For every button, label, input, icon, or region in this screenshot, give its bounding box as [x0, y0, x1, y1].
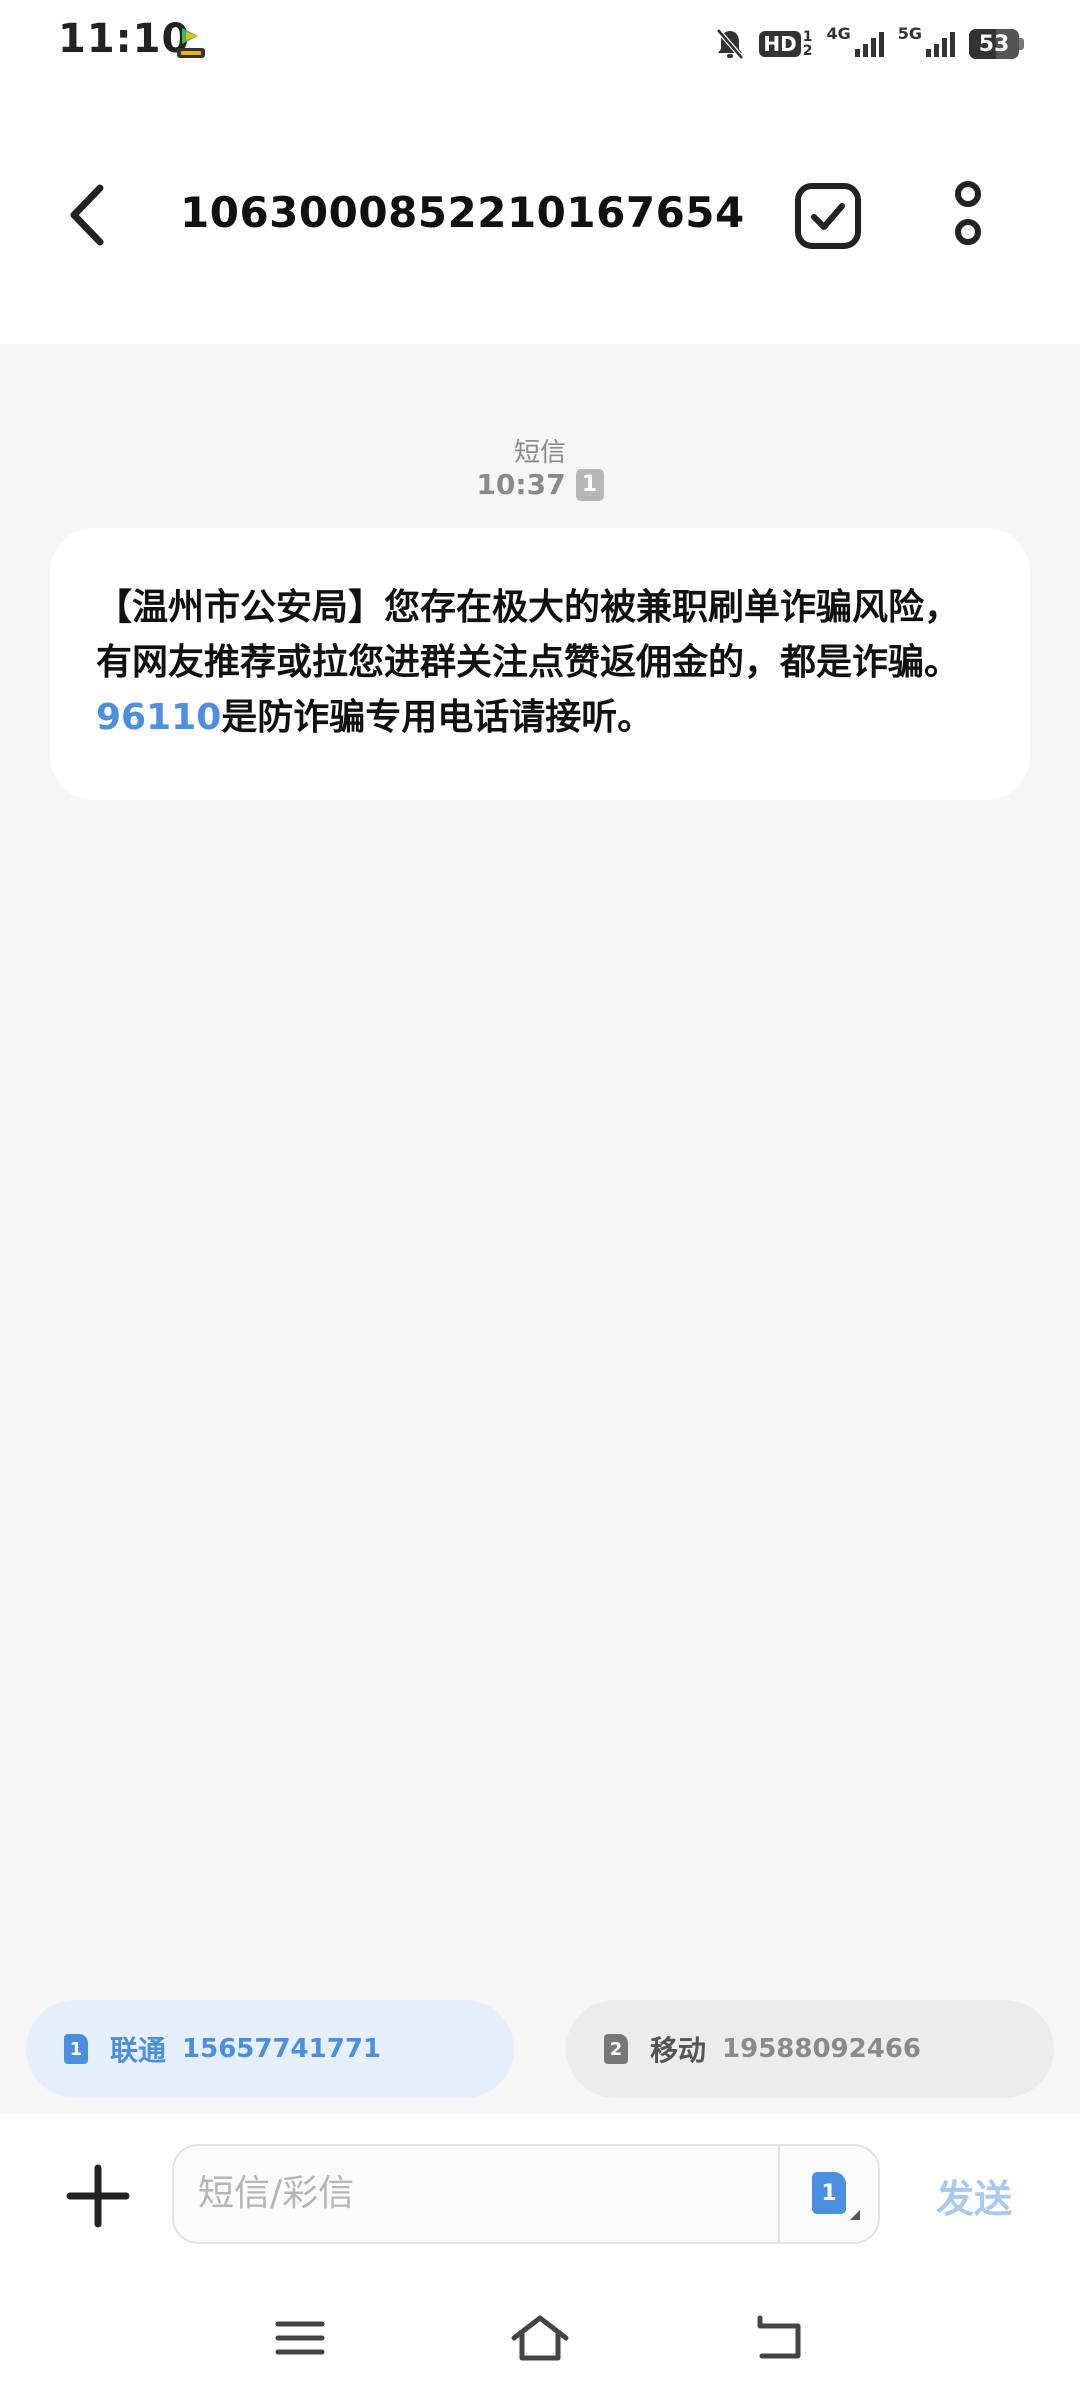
sim2-option[interactable]: 2 移动 19588092466 [566, 2000, 1054, 2098]
sim-card-icon: 1 [64, 2034, 88, 2064]
nav-home-button[interactable] [508, 2310, 572, 2366]
message-time-row: 10:37 1 [0, 468, 1080, 501]
add-attachment-button[interactable] [66, 2164, 130, 2228]
home-icon [511, 2315, 569, 2361]
sim1-number: 15657741771 [182, 2034, 382, 2064]
send-button[interactable]: 发送 [936, 2168, 1012, 2223]
sim-badge: 1 [575, 468, 604, 501]
message-input[interactable]: 短信/彩信 [172, 2144, 780, 2244]
sim1-carrier: 联通 [110, 2034, 167, 2067]
more-button[interactable] [944, 178, 992, 254]
signal-bars-icon [926, 31, 955, 57]
video-app-icon [177, 28, 205, 58]
message-text-before: 【温州市公安局】您存在极大的被兼职刷单诈骗风险，有网友推荐或拉您进群关注点赞返佣… [96, 587, 961, 683]
message-text: 【温州市公安局】您存在极大的被兼职刷单诈骗风险，有网友推荐或拉您进群关注点赞返佣… [96, 580, 984, 745]
checkbox-icon [795, 183, 861, 249]
sim2-number: 19588092466 [722, 2034, 922, 2064]
nav-back-button[interactable] [748, 2310, 812, 2366]
message-time: 10:37 [476, 468, 566, 501]
hd-voice-badge: HD 1 2 [759, 30, 812, 58]
bell-muted-icon [716, 28, 745, 60]
net-label-4g: 4G [826, 24, 851, 43]
signal-bars-icon [854, 31, 884, 57]
net-label-5g: 5G [897, 24, 922, 43]
menu-icon [275, 2321, 325, 2355]
sender-title: 1063000852210167654 [180, 188, 745, 237]
plus-icon [66, 2164, 130, 2228]
hd-label: HD [759, 31, 801, 57]
sim2-carrier: 移动 [650, 2034, 707, 2067]
select-button[interactable] [794, 182, 862, 250]
back-icon [757, 2315, 801, 2359]
phone-link[interactable]: 96110 [96, 697, 221, 738]
hd-sub-top: 1 [802, 29, 813, 45]
status-time: 11:10 [58, 16, 191, 62]
dropdown-corner-icon [850, 2210, 860, 2220]
battery-icon: 53 [969, 29, 1024, 59]
status-icons: HD 1 2 4G 5G 53 [715, 22, 1024, 66]
battery-level: 53 [978, 31, 1010, 57]
back-button[interactable] [60, 180, 120, 250]
sim1-option[interactable]: 1 联通 15657741771 [26, 2000, 514, 2098]
signal-4g: 4G [826, 24, 884, 57]
sim-card-icon: 2 [604, 2034, 628, 2064]
hd-sub-bottom: 2 [802, 43, 813, 59]
message-bubble[interactable]: 【温州市公安局】您存在极大的被兼职刷单诈骗风险，有网友推荐或拉您进群关注点赞返佣… [50, 528, 1030, 800]
signal-5g: 5G [898, 24, 955, 57]
chevron-left-icon [70, 184, 104, 246]
more-vertical-icon [955, 181, 981, 245]
status-bar: 11:10 HD 1 2 4G 5G 53 [0, 0, 1080, 90]
message-type-label: 短信 [513, 438, 566, 468]
nav-menu-button[interactable] [268, 2310, 332, 2366]
message-text-after: 是防诈骗专用电话请接听。 [221, 697, 654, 738]
sim-switch-button[interactable]: 1 [778, 2144, 880, 2244]
sim-card-icon: 1 [812, 2172, 846, 2214]
